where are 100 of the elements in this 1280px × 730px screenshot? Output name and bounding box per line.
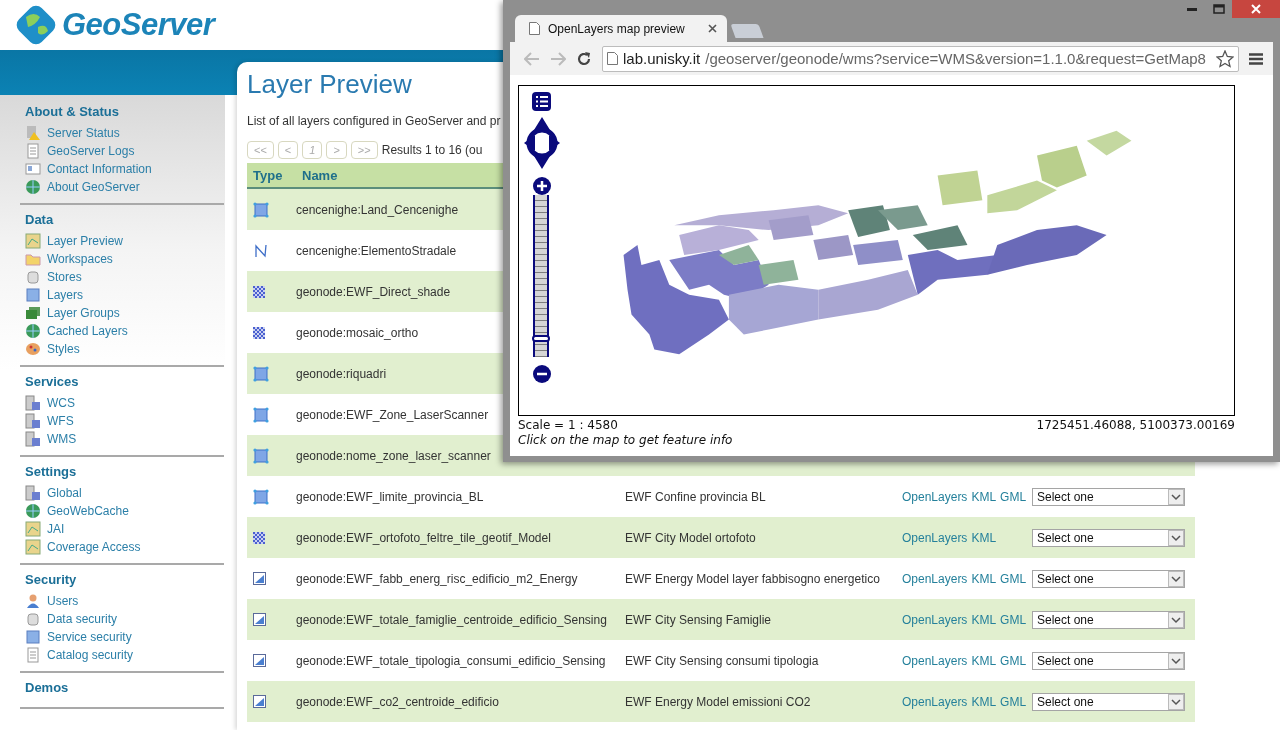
sidebar-link[interactable]: WCS bbox=[25, 394, 224, 412]
reload-button[interactable] bbox=[576, 50, 592, 67]
browser-tab[interactable]: OpenLayers map preview bbox=[515, 15, 727, 42]
page-icon bbox=[529, 22, 540, 35]
layer-name: geonode:EWF_fabb_energ_risc_edificio_m2_Energy bbox=[296, 571, 578, 586]
pager-button[interactable]: << bbox=[247, 141, 274, 159]
sidebar-link[interactable]: Catalog security bbox=[25, 646, 224, 664]
format-link[interactable]: OpenLayers bbox=[902, 489, 968, 504]
sidebar-link[interactable]: Layer Groups bbox=[25, 304, 224, 322]
format-link[interactable]: GML bbox=[1000, 571, 1027, 586]
square-icon bbox=[25, 629, 41, 645]
format-link[interactable]: OpenLayers bbox=[902, 612, 968, 627]
pager-button[interactable]: 1 bbox=[302, 141, 323, 159]
sidebar-link-label: WFS bbox=[47, 414, 74, 428]
zoom-out-icon bbox=[532, 364, 552, 384]
sidebar-link[interactable]: Users bbox=[25, 592, 224, 610]
caret-icon bbox=[1168, 652, 1184, 669]
format-select[interactable]: Select one bbox=[1032, 569, 1185, 588]
format-link[interactable]: KML bbox=[971, 612, 997, 627]
sidebar-link[interactable]: Server Status bbox=[25, 124, 224, 142]
format-link[interactable]: OpenLayers bbox=[902, 694, 968, 709]
layer-name: geonode:riquadri bbox=[296, 366, 387, 381]
format-link[interactable]: OpenLayers bbox=[902, 653, 968, 668]
format-link[interactable]: KML bbox=[971, 694, 997, 709]
format-select[interactable]: Select one bbox=[1032, 487, 1185, 506]
pan-control-icon bbox=[523, 116, 561, 170]
sidebar-link[interactable]: Cached Layers bbox=[25, 322, 224, 340]
format-link[interactable]: KML bbox=[971, 571, 997, 586]
results-count: Results 1 to 16 (ou bbox=[381, 143, 483, 157]
format-link[interactable]: GML bbox=[1000, 612, 1027, 627]
sidebar-link[interactable]: Styles bbox=[25, 340, 224, 358]
sidebar-link[interactable]: JAI bbox=[25, 520, 224, 538]
section-heading: Settings bbox=[25, 464, 78, 479]
sidebar-link-label: GeoWebCache bbox=[47, 504, 129, 518]
checkered-icon bbox=[253, 285, 265, 298]
map-icon bbox=[25, 233, 41, 249]
page-icon bbox=[607, 52, 618, 65]
menu-button[interactable] bbox=[1249, 52, 1263, 65]
pager-button[interactable]: < bbox=[277, 141, 299, 159]
server-icon bbox=[25, 485, 41, 501]
format-select[interactable]: Select one bbox=[1032, 692, 1185, 711]
caret-icon bbox=[1168, 488, 1184, 505]
sidebar-link[interactable]: Contact Information bbox=[25, 160, 224, 178]
close-button[interactable] bbox=[1232, 0, 1280, 18]
map-hint: Click on the map to get feature info bbox=[518, 433, 734, 447]
server-icon bbox=[25, 413, 41, 429]
line-icon bbox=[253, 242, 269, 259]
layer-icon bbox=[253, 572, 266, 585]
sidebar-link-label: WMS bbox=[47, 432, 77, 446]
page-title: Layer Preview bbox=[247, 70, 412, 101]
sidebar-link-label: Cached Layers bbox=[47, 324, 128, 338]
sidebar-link[interactable]: Workspaces bbox=[25, 250, 224, 268]
format-link[interactable]: KML bbox=[971, 653, 997, 668]
format-link[interactable]: OpenLayers bbox=[902, 571, 968, 586]
format-link[interactable]: GML bbox=[1000, 489, 1027, 504]
sidebar-link[interactable]: Service security bbox=[25, 628, 224, 646]
sidebar-link[interactable]: Stores bbox=[25, 268, 224, 286]
format-link[interactable]: KML bbox=[971, 489, 997, 504]
sidebar-link-label: Coverage Access bbox=[47, 540, 141, 554]
format-link[interactable]: GML bbox=[1000, 653, 1027, 668]
minimize-icon bbox=[1186, 7, 1197, 11]
close-icon bbox=[708, 24, 717, 33]
polygon-icon bbox=[253, 201, 269, 218]
format-link[interactable]: KML bbox=[971, 530, 997, 545]
server-icon bbox=[25, 395, 41, 411]
pager-button[interactable]: > bbox=[326, 141, 347, 159]
layer-name: geonode:EWF_Direct_shade bbox=[296, 284, 451, 299]
sidebar-link[interactable]: Data security bbox=[25, 610, 224, 628]
sidebar-link[interactable]: Coverage Access bbox=[25, 538, 224, 556]
sidebar-link[interactable]: Layer Preview bbox=[25, 232, 224, 250]
map-view[interactable] bbox=[518, 85, 1235, 416]
pager-button[interactable]: >> bbox=[350, 141, 378, 159]
format-select[interactable]: Select one bbox=[1032, 610, 1185, 629]
section-heading: About & Status bbox=[25, 104, 120, 119]
page-description: List of all layers configured in GeoServer and pr bbox=[247, 114, 502, 128]
back-arrow-icon bbox=[524, 51, 540, 66]
zoom-slider-thumb[interactable] bbox=[532, 334, 550, 342]
format-select[interactable]: Select one bbox=[1032, 651, 1185, 670]
sidebar-link-label: Layer Groups bbox=[47, 306, 120, 320]
sidebar-link-label: Layers bbox=[47, 288, 84, 302]
sidebar-link[interactable]: About GeoServer bbox=[25, 178, 224, 196]
zoom-slider[interactable] bbox=[533, 195, 549, 357]
sidebar-link[interactable]: GeoServer Logs bbox=[25, 142, 224, 160]
layer-name: geonode:nome_zone_laser_scanner bbox=[296, 448, 491, 463]
layer-title: EWF City Sensing Famiglie bbox=[625, 612, 772, 627]
sidebar-link[interactable]: GeoWebCache bbox=[25, 502, 224, 520]
format-link[interactable]: GML bbox=[1000, 694, 1027, 709]
address-bar[interactable]: lab.unisky.it /geoserver/geonode/wms?service=WMS&version=1.1.0&request=GetMap8 bbox=[602, 45, 1239, 72]
globe-icon bbox=[25, 179, 41, 195]
polygon-icon bbox=[253, 447, 269, 464]
document-icon bbox=[25, 647, 41, 663]
format-select[interactable]: Select one bbox=[1032, 528, 1185, 547]
sidebar-link[interactable]: Global bbox=[25, 484, 224, 502]
sidebar-link[interactable]: WFS bbox=[25, 412, 224, 430]
sidebar-link[interactable]: Layers bbox=[25, 286, 224, 304]
layer-switcher-icon bbox=[532, 92, 551, 111]
polygon-icon bbox=[253, 488, 269, 505]
layer-name: geonode:EWF_totale_famiglie_centroide_edificio_Sensing bbox=[296, 612, 607, 627]
format-link[interactable]: OpenLayers bbox=[902, 530, 968, 545]
sidebar-link[interactable]: WMS bbox=[25, 430, 224, 448]
